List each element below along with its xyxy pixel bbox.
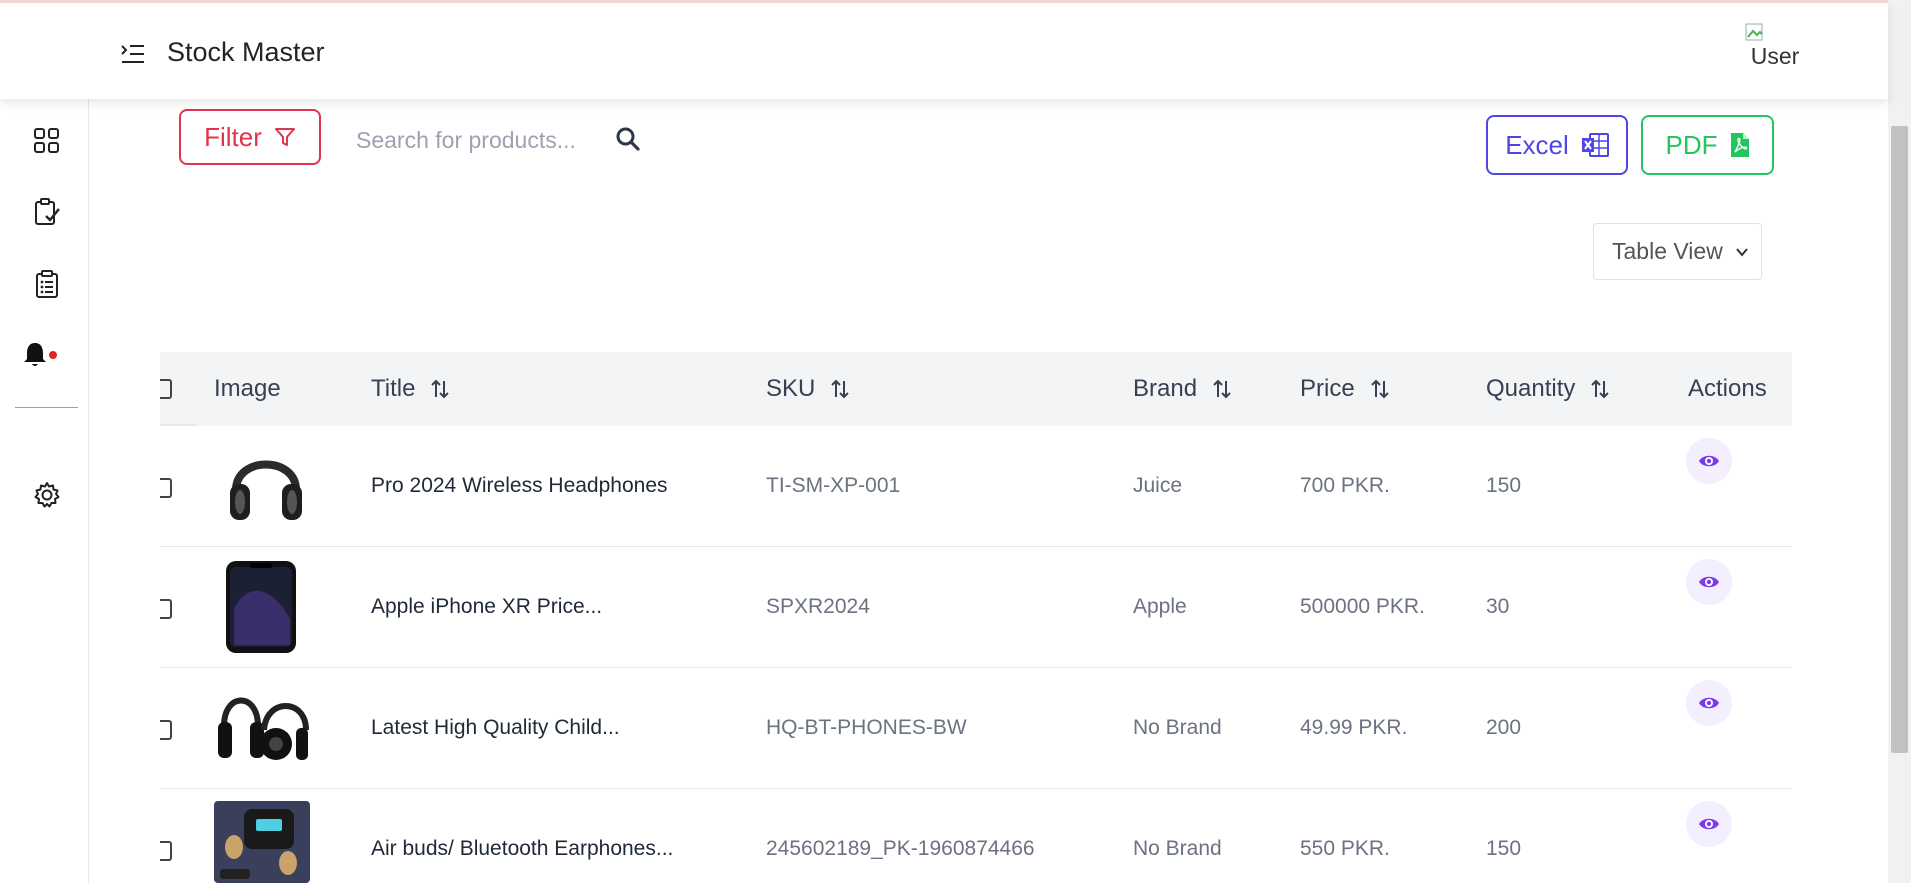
dashboard-grid-icon[interactable] [32, 126, 62, 156]
view-button[interactable] [1686, 680, 1732, 726]
product-price: 49.99 PKR. [1300, 716, 1408, 739]
product-sku: SPXR2024 [766, 595, 870, 618]
table-row: Air buds/ Bluetooth Earphones... 2456021… [160, 789, 1792, 883]
scrollbar-thumb[interactable] [1891, 126, 1908, 753]
chevron-down-icon [1736, 248, 1748, 257]
col-quantity-label: Quantity [1486, 375, 1576, 402]
funnel-icon [274, 128, 295, 146]
product-quantity: 30 [1486, 595, 1510, 618]
pdf-file-icon [1730, 133, 1749, 157]
view-button[interactable] [1686, 438, 1732, 484]
app-title: Stock Master [167, 37, 325, 67]
product-image-headphones [230, 460, 302, 520]
clipboard-check-icon[interactable] [32, 197, 62, 227]
eye-icon [1699, 818, 1719, 830]
eye-icon [1699, 455, 1719, 467]
product-title[interactable]: Latest High Quality Child... [371, 716, 620, 740]
product-price: 700 PKR. [1300, 474, 1390, 497]
table-row: Latest High Quality Child... HQ-BT-PHONE… [160, 668, 1792, 789]
excel-file-icon [1581, 133, 1609, 157]
notification-dot [49, 351, 57, 359]
col-sku[interactable]: SKU [766, 352, 851, 426]
table-row: Pro 2024 Wireless Headphones TI-SM-XP-00… [160, 426, 1792, 547]
sort-icon[interactable] [829, 378, 851, 400]
sidebar-divider [15, 407, 78, 408]
filter-button-label: Filter [204, 121, 262, 152]
product-brand: Apple [1133, 595, 1187, 618]
table-row: Apple iPhone XR Price... SPXR2024 Apple … [160, 547, 1792, 668]
sort-icon[interactable] [1369, 378, 1391, 400]
product-sku: HQ-BT-PHONES-BW [766, 716, 967, 739]
product-title[interactable]: Air buds/ Bluetooth Earphones... [371, 837, 673, 861]
col-price[interactable]: Price [1300, 352, 1391, 426]
col-image-label: Image [214, 375, 281, 402]
col-title-label: Title [371, 375, 416, 402]
search-icon[interactable] [615, 126, 641, 152]
user-alt-text: User [1750, 43, 1800, 69]
excel-button-label: Excel [1505, 129, 1569, 160]
gear-icon[interactable] [32, 480, 62, 510]
products-table: Image Title SKU Brand Price Quantity Act… [160, 352, 1792, 883]
col-actions: Actions [1688, 352, 1767, 426]
user-avatar[interactable]: User [1745, 23, 1805, 70]
menu-toggle-icon[interactable] [120, 41, 146, 67]
product-price: 550 PKR. [1300, 837, 1390, 860]
view-mode-value: Table View [1612, 238, 1723, 264]
product-quantity: 150 [1486, 474, 1522, 497]
broken-image-icon [1745, 23, 1763, 41]
product-price: 500000 PKR. [1300, 595, 1425, 618]
sidebar [0, 99, 89, 883]
product-quantity: 150 [1486, 837, 1522, 860]
table-header: Image Title SKU Brand Price Quantity Act… [160, 352, 1792, 426]
view-mode-select[interactable]: Table View [1593, 223, 1762, 280]
col-brand-label: Brand [1133, 375, 1198, 402]
product-title[interactable]: Pro 2024 Wireless Headphones [371, 474, 668, 498]
filter-button[interactable]: Filter [179, 109, 321, 165]
eye-icon [1699, 576, 1719, 588]
top-navbar: Stock Master User [0, 3, 1888, 99]
col-brand[interactable]: Brand [1133, 352, 1233, 426]
product-image-earbuds [214, 801, 310, 883]
product-quantity: 200 [1486, 716, 1522, 739]
pdf-export-button[interactable]: PDF [1641, 115, 1774, 175]
col-actions-label: Actions [1688, 375, 1767, 402]
product-sku: TI-SM-XP-001 [766, 474, 901, 497]
excel-export-button[interactable]: Excel [1486, 115, 1628, 175]
row-checkbox[interactable] [160, 599, 172, 619]
view-button[interactable] [1686, 801, 1732, 847]
product-brand: Juice [1133, 474, 1183, 497]
select-all-checkbox[interactable] [160, 379, 172, 399]
bell-icon[interactable] [20, 340, 50, 370]
col-title[interactable]: Title [371, 352, 451, 426]
sort-icon[interactable] [1589, 378, 1611, 400]
product-sku: 245602189_PK-1960874466 [766, 837, 1035, 860]
col-price-label: Price [1300, 375, 1355, 402]
col-sku-label: SKU [766, 375, 816, 402]
clipboard-list-icon[interactable] [32, 269, 62, 299]
row-checkbox[interactable] [160, 720, 172, 740]
search-input[interactable] [354, 120, 598, 160]
product-title[interactable]: Apple iPhone XR Price... [371, 595, 602, 619]
product-brand: No Brand [1133, 837, 1222, 860]
pdf-button-label: PDF [1665, 129, 1718, 160]
row-checkbox[interactable] [160, 841, 172, 861]
view-button[interactable] [1686, 559, 1732, 605]
col-image: Image [214, 352, 281, 426]
sort-icon[interactable] [1211, 378, 1233, 400]
row-checkbox[interactable] [160, 478, 172, 498]
product-image-headphones-pair [218, 697, 309, 760]
eye-icon [1699, 697, 1719, 709]
sort-icon[interactable] [429, 378, 451, 400]
product-image-iphone [226, 561, 296, 653]
col-quantity[interactable]: Quantity [1486, 352, 1611, 426]
product-brand: No Brand [1133, 716, 1222, 739]
